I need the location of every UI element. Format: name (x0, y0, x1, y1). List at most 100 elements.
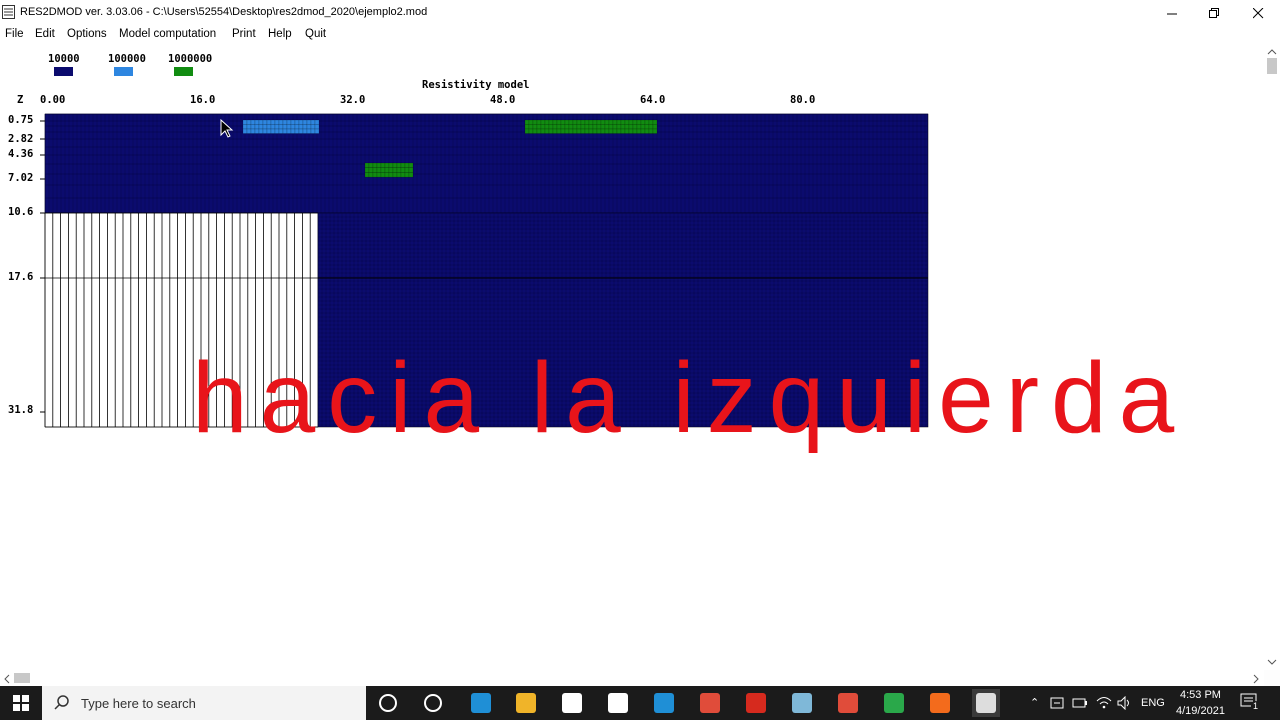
very-high-resistivity-block[interactable] (556, 128, 562, 134)
res2dinv-x32-icon[interactable] (880, 689, 908, 717)
l-app-icon[interactable] (650, 689, 678, 717)
very-high-resistivity-block[interactable] (632, 124, 638, 130)
very-high-resistivity-block[interactable] (396, 167, 402, 173)
very-high-resistivity-block[interactable] (636, 119, 642, 125)
very-high-resistivity-block[interactable] (584, 119, 590, 125)
very-high-resistivity-block[interactable] (596, 119, 602, 125)
very-high-resistivity-block[interactable] (640, 124, 646, 130)
very-high-resistivity-block[interactable] (528, 124, 534, 130)
very-high-resistivity-block[interactable] (608, 128, 614, 134)
edge-icon[interactable] (467, 689, 495, 717)
very-high-resistivity-block[interactable] (396, 162, 402, 168)
very-high-resistivity-block[interactable] (584, 128, 590, 134)
high-resistivity-block[interactable] (290, 128, 296, 134)
very-high-resistivity-block[interactable] (372, 162, 378, 168)
very-high-resistivity-block[interactable] (612, 128, 618, 134)
high-resistivity-block[interactable] (242, 119, 248, 125)
scroll-left-icon[interactable] (3, 674, 11, 684)
very-high-resistivity-block[interactable] (592, 128, 598, 134)
high-resistivity-block[interactable] (254, 119, 260, 125)
res2dmod-app-icon[interactable] (2, 5, 15, 19)
high-resistivity-block[interactable] (266, 124, 272, 130)
horizontal-scrollbar[interactable] (0, 670, 1264, 686)
security-icon[interactable] (1050, 697, 1064, 709)
very-high-resistivity-block[interactable] (544, 119, 550, 125)
high-resistivity-block[interactable] (294, 119, 300, 125)
vertical-scroll-thumb[interactable] (1267, 58, 1277, 74)
volume-icon[interactable] (1117, 696, 1133, 710)
store-icon[interactable] (558, 689, 586, 717)
high-resistivity-block[interactable] (262, 124, 268, 130)
high-resistivity-block[interactable] (278, 128, 284, 134)
high-resistivity-block[interactable] (250, 128, 256, 134)
very-high-resistivity-block[interactable] (408, 172, 414, 178)
high-resistivity-block[interactable] (270, 119, 276, 125)
menu-edit[interactable]: Edit (35, 26, 55, 47)
very-high-resistivity-block[interactable] (540, 119, 546, 125)
very-high-resistivity-block[interactable] (408, 162, 414, 168)
start-button[interactable] (0, 686, 42, 720)
very-high-resistivity-block[interactable] (388, 162, 394, 168)
very-high-resistivity-block[interactable] (532, 124, 538, 130)
very-high-resistivity-block[interactable] (596, 128, 602, 134)
menu-help[interactable]: Help (268, 26, 292, 47)
very-high-resistivity-block[interactable] (624, 119, 630, 125)
very-high-resistivity-block[interactable] (380, 172, 386, 178)
very-high-resistivity-block[interactable] (576, 124, 582, 130)
cortana-icon[interactable] (374, 689, 402, 717)
very-high-resistivity-block[interactable] (604, 128, 610, 134)
high-resistivity-block[interactable] (286, 119, 292, 125)
very-high-resistivity-block[interactable] (652, 119, 658, 125)
vertical-scrollbar[interactable] (1264, 46, 1280, 670)
very-high-resistivity-block[interactable] (536, 128, 542, 134)
action-center-button[interactable]: 1 (1240, 693, 1262, 713)
very-high-resistivity-block[interactable] (392, 167, 398, 173)
very-high-resistivity-block[interactable] (548, 128, 554, 134)
menu-quit[interactable]: Quit (305, 26, 326, 47)
very-high-resistivity-block[interactable] (616, 128, 622, 134)
very-high-resistivity-block[interactable] (368, 162, 374, 168)
very-high-resistivity-block[interactable] (648, 124, 654, 130)
very-high-resistivity-block[interactable] (400, 167, 406, 173)
very-high-resistivity-block[interactable] (376, 172, 382, 178)
very-high-resistivity-block[interactable] (620, 124, 626, 130)
very-high-resistivity-block[interactable] (372, 172, 378, 178)
high-resistivity-block[interactable] (294, 124, 300, 130)
file-explorer-icon[interactable] (512, 689, 540, 717)
clock-time[interactable]: 4:53 PM (1180, 689, 1221, 701)
very-high-resistivity-block[interactable] (644, 124, 650, 130)
very-high-resistivity-block[interactable] (632, 128, 638, 134)
very-high-resistivity-block[interactable] (648, 119, 654, 125)
very-high-resistivity-block[interactable] (576, 119, 582, 125)
very-high-resistivity-block[interactable] (524, 128, 530, 134)
high-resistivity-block[interactable] (314, 128, 320, 134)
very-high-resistivity-block[interactable] (584, 124, 590, 130)
very-high-resistivity-block[interactable] (624, 128, 630, 134)
very-high-resistivity-block[interactable] (624, 124, 630, 130)
high-resistivity-block[interactable] (294, 128, 300, 134)
very-high-resistivity-block[interactable] (592, 124, 598, 130)
very-high-resistivity-block[interactable] (552, 128, 558, 134)
very-high-resistivity-block[interactable] (376, 167, 382, 173)
very-high-resistivity-block[interactable] (380, 162, 386, 168)
high-resistivity-block[interactable] (254, 128, 260, 134)
high-resistivity-block[interactable] (306, 119, 312, 125)
high-resistivity-block[interactable] (258, 124, 264, 130)
high-resistivity-block[interactable] (302, 119, 308, 125)
very-high-resistivity-block[interactable] (400, 162, 406, 168)
very-high-resistivity-block[interactable] (388, 167, 394, 173)
high-resistivity-block[interactable] (310, 119, 316, 125)
taskbar-search-box[interactable]: Type here to search (42, 686, 366, 720)
high-resistivity-block[interactable] (282, 124, 288, 130)
very-high-resistivity-block[interactable] (616, 119, 622, 125)
high-resistivity-block[interactable] (246, 124, 252, 130)
high-resistivity-block[interactable] (290, 124, 296, 130)
high-resistivity-block[interactable] (286, 124, 292, 130)
very-high-resistivity-block[interactable] (636, 124, 642, 130)
very-high-resistivity-block[interactable] (560, 124, 566, 130)
very-high-resistivity-block[interactable] (596, 124, 602, 130)
very-high-resistivity-block[interactable] (644, 128, 650, 134)
high-resistivity-block[interactable] (306, 124, 312, 130)
task-view-icon[interactable] (419, 689, 447, 717)
close-button[interactable] (1236, 0, 1280, 26)
